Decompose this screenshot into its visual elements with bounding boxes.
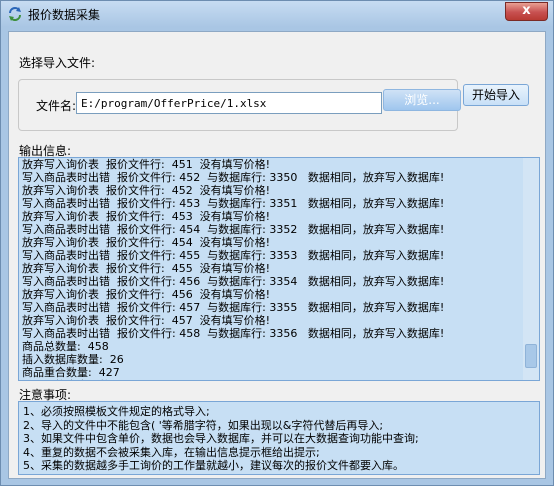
note-line: 1、必须按照模板文件规定的格式导入;	[23, 405, 210, 418]
note-line: 5、采集的数据越多手工询价的工作量就越小，建议每次的报价文件都要入库。	[23, 459, 404, 472]
output-line: 商品总数量: 458	[22, 340, 109, 353]
output-line: 插入数据库数量: 26	[22, 353, 124, 366]
output-line: 放弃写入询价表 报价文件行: 454 没有填写价格!	[22, 236, 271, 249]
output-line: 写入商品表时出错 报价文件行: 456 与数据库行: 3354 数据相同，放弃写…	[22, 275, 445, 288]
window-title: 报价数据采集	[28, 8, 101, 22]
note-line: 3、如果文件中包含单价，数据也会导入数据库，并可以在大数据查询功能中查询;	[23, 432, 419, 445]
output-scrollbar[interactable]	[523, 158, 539, 380]
output-line: 写入商品表时出错 报价文件行: 455 与数据库行: 3353 数据相同，放弃写…	[22, 249, 445, 262]
output-line: 写入商品表时出错 报价文件行: 454 与数据库行: 3352 数据相同，放弃写…	[22, 223, 445, 236]
scroll-thumb[interactable]	[525, 344, 537, 368]
output-line: 放弃写入询价表 报价文件行: 456 没有填写价格!	[22, 288, 271, 301]
output-line: 放弃写入询价表 报价文件行: 451 没有填写价格!	[22, 158, 271, 171]
output-line: 写入价格表商品数量: 1	[22, 379, 522, 380]
start-import-button[interactable]: 开始导入	[463, 84, 529, 106]
select-file-label: 选择导入文件:	[19, 56, 96, 70]
notes-lines: 1、必须按照模板文件规定的格式导入; 2、导入的文件中不能包含( '等希腊字符，如…	[23, 405, 533, 473]
output-textbox[interactable]: 放弃写入询价表 报价文件行: 451 没有填写价格! 写入商品表时出错 报价文件行…	[18, 157, 540, 381]
close-button[interactable]: x	[505, 2, 548, 21]
note-line: 2、导入的文件中不能包含( '等希腊字符，如果出现以&字符代替后再导入;	[23, 418, 384, 432]
output-line: 写入商品表时出错 报价文件行: 457 与数据库行: 3355 数据相同，放弃写…	[22, 301, 445, 314]
output-line: 放弃写入询价表 报价文件行: 453 没有填写价格!	[22, 210, 271, 223]
sync-arrows-icon	[9, 7, 21, 21]
title-bar[interactable]: 报价数据采集 x	[1, 1, 553, 27]
close-icon: x	[522, 3, 531, 18]
browse-button[interactable]: 浏览...	[383, 89, 461, 111]
file-name-label: 文件名:	[36, 99, 77, 113]
output-line: 放弃写入询价表 报价文件行: 452 没有填写价格!	[22, 184, 271, 197]
notes-textbox[interactable]: 1、必须按照模板文件规定的格式导入; 2、导入的文件中不能包含( '等希腊字符，如…	[18, 401, 540, 475]
note-line: 4、重复的数据不会被采集入库，在输出信息提示框给出提示;	[23, 445, 320, 459]
output-line: 写入商品表时出错 报价文件行: 452 与数据库行: 3350 数据相同，放弃写…	[22, 171, 445, 184]
output-line: 商品重合数量: 427	[22, 366, 120, 379]
output-line: 放弃写入询价表 报价文件行: 457 没有填写价格!	[22, 314, 271, 327]
main-window: 报价数据采集 x 选择导入文件: 文件名: 浏览... 开始导入 输出信息: 放…	[0, 0, 554, 486]
client-area: 选择导入文件: 文件名: 浏览... 开始导入 输出信息: 放弃写入询价表 报价…	[8, 31, 546, 479]
file-path-input[interactable]	[76, 92, 382, 114]
output-line: 放弃写入询价表 报价文件行: 455 没有填写价格!	[22, 262, 271, 275]
output-line: 写入商品表时出错 报价文件行: 458 与数据库行: 3356 数据相同，放弃写…	[22, 327, 445, 340]
output-lines: 放弃写入询价表 报价文件行: 451 没有填写价格! 写入商品表时出错 报价文件行…	[22, 158, 522, 380]
output-line: 写入商品表时出错 报价文件行: 453 与数据库行: 3351 数据相同，放弃写…	[22, 197, 445, 210]
